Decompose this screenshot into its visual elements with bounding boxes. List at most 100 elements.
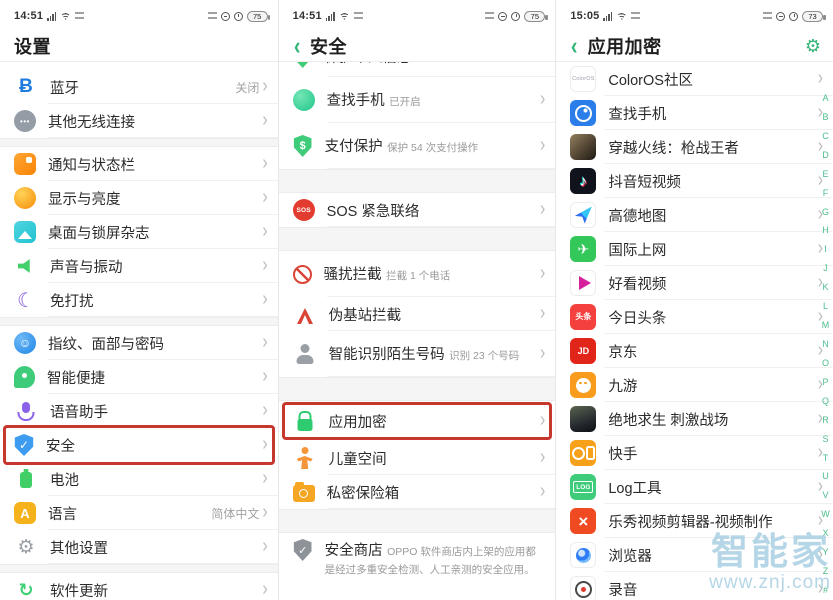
- list-item[interactable]: ColorOS社区 ›: [556, 62, 833, 96]
- list-item[interactable]: 其他设置 ›: [0, 530, 278, 564]
- back-button[interactable]: ‹: [294, 36, 301, 56]
- list-item[interactable]: 伪基站拦截 ›: [279, 297, 556, 331]
- settings-list: 蓝牙 关闭 › 其他无线连接 › 通知与状态栏 › 显示与亮度 › 桌面与锁屏杂…: [0, 62, 278, 600]
- item-label: 指纹、面部与密码: [48, 337, 164, 353]
- index-letter[interactable]: X: [823, 529, 829, 538]
- index-letter[interactable]: L: [823, 302, 828, 311]
- list-item[interactable]: 支付保护 保护 54 次支付操作 ›: [279, 123, 556, 169]
- list-item[interactable]: 骚扰拦截 拦截 1 个电话 ›: [279, 251, 556, 297]
- index-letter[interactable]: T: [823, 454, 829, 463]
- list-item[interactable]: 查找手机 已开启 ›: [279, 77, 556, 123]
- index-letter[interactable]: F: [823, 189, 829, 198]
- list-item[interactable]: 声音与振动 ›: [0, 249, 278, 283]
- list-item[interactable]: 国际上网 ›: [556, 232, 833, 266]
- index-letter[interactable]: K: [823, 283, 829, 292]
- index-letter[interactable]: O: [822, 359, 829, 368]
- index-letter[interactable]: Y: [823, 548, 829, 557]
- clock-time: 14:51: [293, 10, 322, 22]
- jd-icon: [570, 338, 596, 364]
- index-letter[interactable]: N: [822, 340, 829, 349]
- settings-gear-icon[interactable]: ⚙: [805, 37, 821, 55]
- index-letter[interactable]: M: [822, 321, 830, 330]
- list-item[interactable]: 通知与状态栏 ›: [0, 147, 278, 181]
- list-item[interactable]: 浏览器 ›: [556, 538, 833, 572]
- list-item[interactable]: 快手 ›: [556, 436, 833, 470]
- intl-icon: [570, 236, 596, 262]
- item-label: 快手: [608, 447, 637, 463]
- index-letter[interactable]: #: [823, 586, 828, 595]
- list-item[interactable]: 京东 ›: [556, 334, 833, 368]
- list-item[interactable]: 穿越火线：枪战王者 ›: [556, 130, 833, 164]
- index-letter[interactable]: A: [823, 94, 829, 103]
- list-item[interactable]: 乐秀视频剪辑器-视频制作 ›: [556, 504, 833, 538]
- item-label: 安全商店: [325, 543, 383, 559]
- leshow-icon: [570, 508, 596, 534]
- index-letter[interactable]: J: [823, 264, 828, 273]
- list-item[interactable]: 绝地求生 刺激战场 ›: [556, 402, 833, 436]
- index-letter[interactable]: Q: [822, 397, 829, 406]
- list-item[interactable]: 安全商店 OPPO 软件商店内上架的应用都是经过多重安全检测、人工亲测的安全应用…: [279, 533, 556, 586]
- index-letter[interactable]: V: [823, 491, 829, 500]
- index-letter[interactable]: I: [824, 245, 827, 254]
- list-item[interactable]: 儿童空间 ›: [279, 441, 556, 475]
- list-item[interactable]: 其他无线连接 ›: [0, 104, 278, 138]
- display-icon: [14, 187, 36, 209]
- index-letter[interactable]: D: [822, 151, 829, 160]
- index-letter[interactable]: P: [823, 378, 829, 387]
- list-item[interactable]: 好看视频 ›: [556, 266, 833, 300]
- section-header: [279, 377, 556, 401]
- clock-time: 15:05: [570, 10, 599, 22]
- item-subtitle: 已开启: [389, 96, 421, 108]
- chevron-right-icon: ›: [540, 62, 545, 64]
- chevron-right-icon: ›: [262, 154, 267, 174]
- list-item[interactable]: 免打扰 ›: [0, 283, 278, 317]
- chevron-right-icon: ›: [540, 136, 545, 156]
- list-item[interactable]: 语音助手 ›: [0, 394, 278, 428]
- list-item[interactable]: 桌面与锁屏杂志 ›: [0, 215, 278, 249]
- list-item[interactable]: 指纹、面部与密码 ›: [0, 326, 278, 360]
- list-item[interactable]: 智能便捷 ›: [0, 360, 278, 394]
- privacyshield-icon: [293, 62, 313, 68]
- list-item[interactable]: 高德地图 ›: [556, 198, 833, 232]
- item-label: 软件更新: [50, 584, 108, 600]
- list-item[interactable]: 显示与亮度 ›: [0, 181, 278, 215]
- chevron-right-icon: ›: [262, 111, 267, 131]
- index-letter[interactable]: G: [822, 208, 829, 217]
- back-button[interactable]: ‹: [571, 36, 578, 56]
- item-label: 语言: [48, 507, 77, 523]
- list-item[interactable]: 智能识别陌生号码 识别 23 个号码 ›: [279, 331, 556, 377]
- list-item[interactable]: 今日头条 ›: [556, 300, 833, 334]
- list-item[interactable]: 语言 简体中文 ›: [0, 496, 278, 530]
- page-title: 设置: [14, 33, 51, 59]
- block-icon: [293, 265, 312, 284]
- index-letter[interactable]: R: [822, 416, 829, 425]
- index-letter[interactable]: S: [823, 435, 829, 444]
- list-item[interactable]: Log工具 ›: [556, 470, 833, 504]
- list-item[interactable]: 电池 ›: [0, 462, 278, 496]
- list-item[interactable]: 抖音短视频 ›: [556, 164, 833, 198]
- list-item[interactable]: 保护个人信息 ›: [279, 62, 556, 77]
- item-label: 免打扰: [50, 294, 94, 310]
- group-divider: [0, 317, 278, 326]
- index-letter[interactable]: H: [822, 226, 829, 235]
- language-icon: [14, 502, 36, 524]
- list-item[interactable]: 安全 ›: [0, 428, 278, 462]
- network-speed-icon: [75, 12, 84, 20]
- list-item[interactable]: 私密保险箱 ›: [279, 475, 556, 509]
- list-item[interactable]: 九游 ›: [556, 368, 833, 402]
- index-letter[interactable]: Z: [823, 567, 829, 576]
- list-item[interactable]: SOS 紧急联络 ›: [279, 193, 556, 227]
- network-speed-icon: [631, 12, 640, 20]
- list-item[interactable]: 查找手机 ›: [556, 96, 833, 130]
- list-item[interactable]: 应用加密 ›: [279, 401, 556, 441]
- chevron-right-icon: ›: [540, 90, 545, 110]
- list-item[interactable]: 蓝牙 关闭 ›: [0, 70, 278, 104]
- list-item[interactable]: 软件更新 ›: [0, 573, 278, 600]
- index-letter[interactable]: W: [821, 510, 830, 519]
- index-letter[interactable]: C: [822, 132, 829, 141]
- item-label: Log工具: [608, 481, 661, 497]
- index-letter[interactable]: E: [823, 170, 829, 179]
- index-letter[interactable]: U: [822, 472, 829, 481]
- index-letter[interactable]: B: [823, 113, 829, 122]
- list-item[interactable]: 录音 ›: [556, 572, 833, 600]
